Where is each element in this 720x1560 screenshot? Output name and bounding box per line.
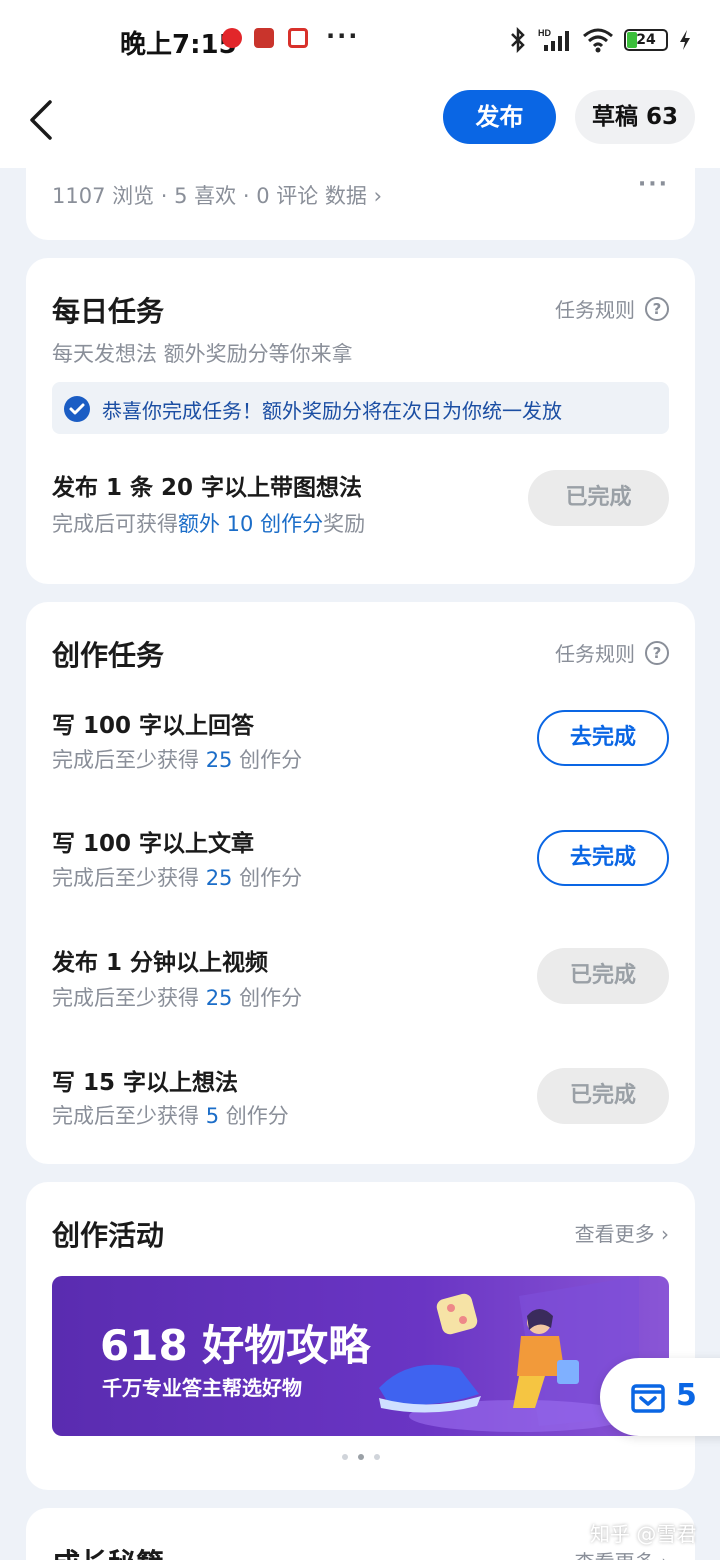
banner-subtitle: 千万专业答主帮选好物 bbox=[102, 1376, 302, 1400]
creation-task-rules-link[interactable]: 任务规则 ? bbox=[555, 638, 669, 667]
banner-title: 618 好物攻略 bbox=[100, 1321, 371, 1370]
task-title: 发布 1 分钟以上视频 bbox=[52, 950, 269, 976]
signal-icon: HD bbox=[538, 28, 569, 51]
status-time: 晚上7:15 bbox=[120, 30, 237, 60]
task-rules-label: 任务规则 bbox=[555, 642, 635, 666]
check-circle-icon bbox=[64, 396, 90, 422]
carousel-indicator bbox=[26, 1454, 695, 1460]
growth-see-more-link[interactable]: 查看更多 › bbox=[575, 1546, 669, 1560]
charging-icon bbox=[680, 30, 690, 50]
task-title: 写 15 字以上想法 bbox=[52, 1070, 239, 1096]
task-title: 写 100 字以上文章 bbox=[52, 831, 255, 857]
calendar-notification-icon bbox=[288, 28, 308, 48]
answer-task-go-button[interactable]: 去完成 bbox=[537, 710, 669, 766]
task-reward: 完成后至少获得 5 创作分 bbox=[52, 1104, 289, 1128]
more-options-icon[interactable]: ··· bbox=[638, 172, 669, 197]
drafts-button[interactable]: 草稿 63 bbox=[575, 90, 695, 144]
completion-notice: 恭喜你完成任务！额外奖励分将在次日为你统一发放 bbox=[52, 382, 669, 434]
daily-tasks-subtitle: 每天发想法 额外奖励分等你来拿 bbox=[52, 342, 353, 366]
activities-card: 创作活动 查看更多 › 618 好物攻略 千万专业答主帮选好物 bbox=[26, 1182, 695, 1490]
carousel-dot bbox=[341, 1454, 348, 1460]
daily-task-reward: 完成后可获得额外 10 创作分奖励 bbox=[52, 508, 365, 538]
daily-tasks-card: 每日任务 任务规则 ? 每天发想法 额外奖励分等你来拿 恭喜你完成任务！额外奖励… bbox=[26, 258, 695, 584]
activities-see-more-link[interactable]: 查看更多 › bbox=[575, 1218, 669, 1247]
help-icon: ? bbox=[645, 640, 669, 665]
watermark: 知乎 @雪君 bbox=[590, 1522, 697, 1546]
creation-tasks-card: 创作任务 任务规则 ? 写 100 字以上回答 完成后至少获得 25 创作分 去… bbox=[26, 602, 695, 1164]
daily-task-completed-button[interactable]: 已完成 bbox=[528, 470, 669, 526]
daily-task-rules-link[interactable]: 任务规则 ? bbox=[555, 294, 669, 323]
post-stats[interactable]: 1107 浏览 · 5 喜欢 · 0 评论 数据 › bbox=[52, 180, 382, 210]
activity-banner[interactable]: 618 好物攻略 千万专业答主帮选好物 bbox=[52, 1276, 669, 1436]
article-task-go-button[interactable]: 去完成 bbox=[537, 830, 669, 886]
daily-tasks-title: 每日任务 bbox=[52, 295, 165, 328]
chevron-left-icon bbox=[30, 100, 52, 140]
task-reward: 完成后至少获得 25 创作分 bbox=[52, 986, 303, 1010]
app-notification-icon bbox=[254, 28, 274, 48]
status-bar: 晚上7:15 ··· HD 24 bbox=[0, 0, 720, 80]
battery-icon: 24 bbox=[624, 29, 668, 51]
video-task-completed-button[interactable]: 已完成 bbox=[537, 948, 669, 1004]
bluetooth-icon bbox=[511, 27, 525, 53]
task-reward: 完成后至少获得 25 创作分 bbox=[52, 866, 303, 890]
creation-tasks-title: 创作任务 bbox=[52, 639, 165, 672]
reward-suffix: 奖励 bbox=[323, 512, 366, 536]
svg-text:HD: HD bbox=[538, 28, 551, 38]
growth-tips-title: 成长秘籍 bbox=[52, 1542, 164, 1560]
floating-inbox-button[interactable]: 5 bbox=[600, 1358, 720, 1436]
carousel-dot-active bbox=[357, 1454, 364, 1460]
wifi-icon bbox=[583, 28, 613, 53]
daily-task-title: 发布 1 条 20 字以上带图想法 bbox=[52, 475, 363, 501]
carousel-dot bbox=[373, 1454, 380, 1460]
help-icon: ? bbox=[645, 296, 669, 321]
publish-button[interactable]: 发布 bbox=[443, 90, 556, 144]
task-title: 写 100 字以上回答 bbox=[52, 713, 255, 739]
notification-icon bbox=[222, 28, 242, 48]
notice-text: 恭喜你完成任务！额外奖励分将在次日为你统一发放 bbox=[102, 399, 562, 423]
reward-prefix: 完成后可获得 bbox=[52, 512, 178, 536]
reward-highlight: 额外 10 创作分 bbox=[178, 512, 324, 536]
thought-task-completed-button[interactable]: 已完成 bbox=[537, 1068, 669, 1124]
inbox-count: 5 bbox=[676, 1378, 697, 1413]
more-notifications-icon: ··· bbox=[326, 22, 360, 50]
task-reward: 完成后至少获得 25 创作分 bbox=[52, 748, 303, 772]
battery-level: 24 bbox=[636, 32, 656, 48]
inbox-icon bbox=[631, 1384, 665, 1413]
post-stats-card: 1107 浏览 · 5 喜欢 · 0 评论 数据 › ··· bbox=[26, 150, 695, 240]
task-rules-label: 任务规则 bbox=[555, 298, 635, 322]
back-button[interactable] bbox=[24, 98, 64, 142]
activities-title: 创作活动 bbox=[52, 1219, 165, 1252]
